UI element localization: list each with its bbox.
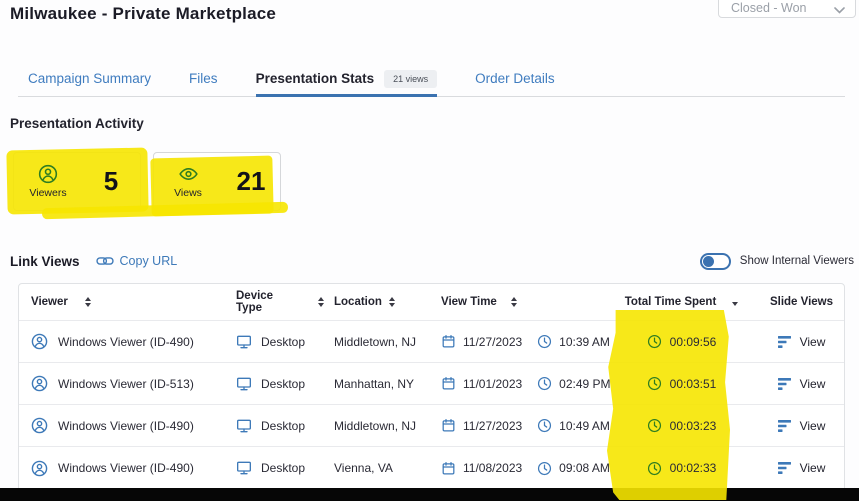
clock-icon [537, 418, 552, 433]
link-icon [96, 254, 114, 268]
views-count: 21 [222, 166, 280, 197]
view-slide-views-link[interactable]: View [800, 335, 826, 349]
view-date: 11/27/2023 [463, 335, 522, 349]
stat-cards: Viewers 5 Views 21 [13, 152, 281, 211]
slide-stats-icon [778, 419, 792, 433]
tab-files[interactable]: Files [189, 62, 218, 96]
location: Middletown, NJ [324, 335, 429, 349]
column-header-viewer[interactable]: Viewer [19, 296, 224, 308]
calendar-icon [441, 418, 456, 433]
device-type: Desktop [261, 335, 305, 349]
desktop-icon [236, 460, 252, 476]
view-date: 11/01/2023 [463, 377, 522, 391]
toggle-knob [703, 256, 714, 267]
clock-icon [537, 334, 552, 349]
view-slide-views-link[interactable]: View [800, 377, 826, 391]
viewers-stat-card: Viewers 5 [13, 152, 141, 211]
table-row: Windows Viewer (ID-513) Desktop Manhatta… [19, 363, 844, 405]
view-slide-views-link[interactable]: View [800, 461, 826, 475]
views-card-label: Views [174, 187, 202, 199]
duration-clock-icon [647, 334, 662, 349]
total-time-spent: 00:03:51 [670, 377, 717, 391]
desktop-icon [236, 334, 252, 350]
copy-url-label: Copy URL [120, 254, 178, 268]
device-type: Desktop [261, 377, 305, 391]
slide-stats-icon [778, 377, 792, 391]
viewer-name: Windows Viewer (ID-490) [58, 461, 194, 475]
tab-bar: Campaign Summary Files Presentation Stat… [18, 62, 845, 97]
location: Vienna, VA [324, 461, 429, 475]
device-type: Desktop [261, 419, 305, 433]
table-row: Windows Viewer (ID-490) Desktop Middleto… [19, 405, 844, 447]
sort-icon[interactable] [511, 297, 517, 307]
total-time-spent: 00:02:33 [670, 461, 717, 475]
link-views-heading: Link Views [10, 254, 80, 269]
viewer-name: Windows Viewer (ID-490) [58, 335, 194, 349]
viewer-icon [31, 375, 48, 392]
slide-stats-icon [778, 461, 792, 475]
view-date: 11/27/2023 [463, 419, 522, 433]
show-internal-viewers-label: Show Internal Viewers [740, 255, 854, 267]
views-count-badge: 21 views [384, 70, 437, 88]
total-time-spent: 00:03:23 [670, 419, 717, 433]
viewers-icon [38, 164, 58, 184]
location: Manhattan, NY [324, 377, 429, 391]
clock-icon [537, 376, 552, 391]
tab-order-details[interactable]: Order Details [475, 62, 555, 96]
slide-stats-icon [778, 335, 792, 349]
table-header-row: Viewer Device Type Location View Time To… [19, 284, 844, 321]
view-time: 09:08 AM [559, 461, 610, 475]
views-stat-card: Views 21 [153, 152, 281, 211]
tab-presentation-stats[interactable]: Presentation Stats 21 views [256, 62, 438, 97]
column-header-view-time[interactable]: View Time [429, 296, 614, 308]
duration-clock-icon [647, 461, 662, 476]
column-header-device-type[interactable]: Device Type [224, 290, 324, 314]
sort-desc-icon[interactable] [732, 302, 738, 306]
viewer-icon [31, 333, 48, 350]
column-header-slide-views: Slide Views [749, 296, 844, 308]
table-row: Windows Viewer (ID-490) Desktop Vienna, … [19, 447, 844, 489]
tab-campaign-summary[interactable]: Campaign Summary [28, 62, 151, 96]
link-views-table: Viewer Device Type Location View Time To… [18, 283, 845, 490]
column-header-location[interactable]: Location [324, 296, 429, 308]
viewer-name: Windows Viewer (ID-490) [58, 419, 194, 433]
chevron-down-icon [834, 7, 845, 14]
table-row: Windows Viewer (ID-490) Desktop Middleto… [19, 321, 844, 363]
calendar-icon [441, 376, 456, 391]
copy-url-button[interactable]: Copy URL [96, 254, 178, 268]
link-views-bar: Link Views Copy URL Show Internal Viewer… [10, 250, 854, 272]
view-time: 10:49 AM [559, 419, 610, 433]
section-heading-presentation-activity: Presentation Activity [10, 116, 144, 131]
sort-icon[interactable] [85, 297, 91, 307]
view-slide-views-link[interactable]: View [800, 419, 826, 433]
calendar-icon [441, 461, 456, 476]
viewers-count: 5 [82, 166, 140, 197]
location: Middletown, NJ [324, 419, 429, 433]
column-header-total-time-spent[interactable]: Total Time Spent [614, 296, 749, 308]
desktop-icon [236, 418, 252, 434]
sort-icon[interactable] [389, 297, 395, 307]
tab-presentation-stats-label: Presentation Stats [256, 71, 375, 86]
window-edge-bar [0, 488, 859, 501]
view-time: 10:39 AM [559, 335, 610, 349]
views-icon [178, 164, 199, 184]
status-dropdown[interactable]: Closed - Won [718, 0, 856, 18]
calendar-icon [441, 334, 456, 349]
viewer-icon [31, 460, 48, 477]
viewer-name: Windows Viewer (ID-513) [58, 377, 194, 391]
duration-clock-icon [647, 376, 662, 391]
total-time-spent: 00:09:56 [670, 335, 717, 349]
viewer-icon [31, 417, 48, 434]
view-time: 02:49 PM [559, 377, 610, 391]
desktop-icon [236, 376, 252, 392]
duration-clock-icon [647, 418, 662, 433]
device-type: Desktop [261, 461, 305, 475]
show-internal-viewers-toggle[interactable] [700, 253, 731, 270]
clock-icon [537, 461, 552, 476]
status-dropdown-value: Closed - Won [731, 1, 807, 15]
viewers-card-label: Viewers [29, 187, 66, 199]
view-date: 11/08/2023 [463, 461, 522, 475]
page-title: Milwaukee - Private Marketplace [10, 4, 276, 24]
